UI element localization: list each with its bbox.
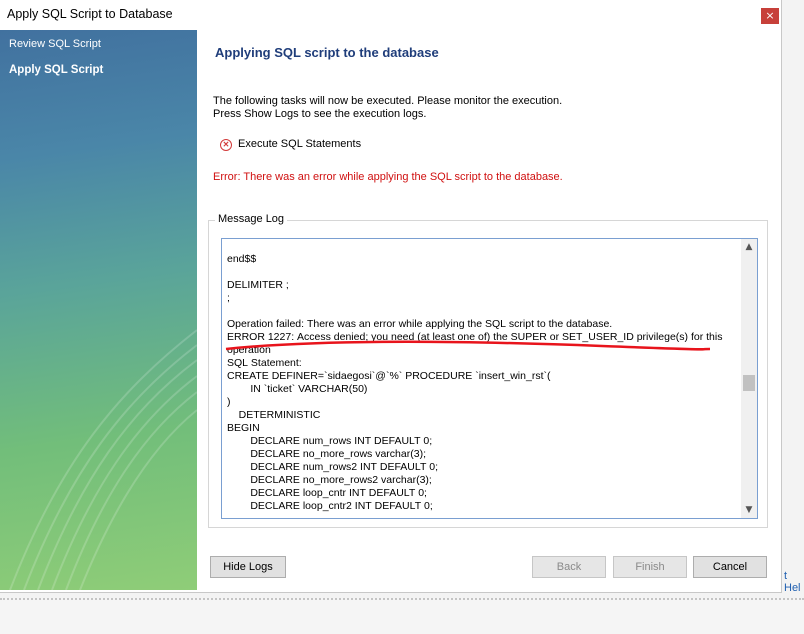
message-log-group: Message Log end$$ DELIMITER ;; Operation f… bbox=[208, 213, 768, 528]
title-bar: Apply SQL Script to Database × bbox=[0, 0, 781, 30]
page-title: Applying SQL script to the database bbox=[215, 45, 439, 60]
background-window-edge bbox=[0, 598, 804, 634]
sidebar-item-review-sql-script[interactable]: Review SQL Script bbox=[9, 38, 101, 50]
finish-button[interactable]: Finish bbox=[613, 556, 687, 578]
sidebar-item-apply-sql-script[interactable]: Apply SQL Script bbox=[9, 64, 103, 76]
red-underline-annotation bbox=[225, 340, 711, 351]
scroll-down-arrow-icon[interactable]: ▼ bbox=[741, 502, 757, 518]
description-line-2: Press Show Logs to see the execution log… bbox=[213, 108, 427, 120]
close-button[interactable]: × bbox=[761, 8, 779, 24]
error-circle-icon: ✕ bbox=[220, 139, 232, 151]
wizard-sidebar: Review SQL Script Apply SQL Script bbox=[0, 30, 197, 590]
log-scrollbar[interactable]: ▲ ▼ bbox=[741, 239, 757, 518]
back-button[interactable]: Back bbox=[532, 556, 606, 578]
task-label: Execute SQL Statements bbox=[238, 138, 362, 150]
apply-sql-dialog: Apply SQL Script to Database × Review SQ… bbox=[0, 0, 782, 593]
background-help-link[interactable]: t Hel bbox=[784, 570, 804, 594]
message-log-label: Message Log bbox=[215, 213, 288, 225]
scroll-up-arrow-icon[interactable]: ▲ bbox=[741, 239, 757, 255]
description: The following tasks will now be executed… bbox=[213, 95, 562, 121]
wizard-content: Applying SQL script to the database The … bbox=[197, 30, 781, 592]
description-line-1: The following tasks will now be executed… bbox=[213, 95, 563, 107]
message-log-textarea[interactable]: end$$ DELIMITER ;; Operation failed: There… bbox=[221, 238, 758, 519]
hide-logs-button[interactable]: Hide Logs bbox=[210, 556, 286, 578]
window-title: Apply SQL Script to Database bbox=[7, 7, 173, 21]
error-message: Error: There was an error while applying… bbox=[213, 171, 563, 183]
scroll-thumb[interactable] bbox=[743, 375, 755, 391]
cancel-button[interactable]: Cancel bbox=[693, 556, 767, 578]
sidebar-decoration bbox=[9, 329, 197, 590]
